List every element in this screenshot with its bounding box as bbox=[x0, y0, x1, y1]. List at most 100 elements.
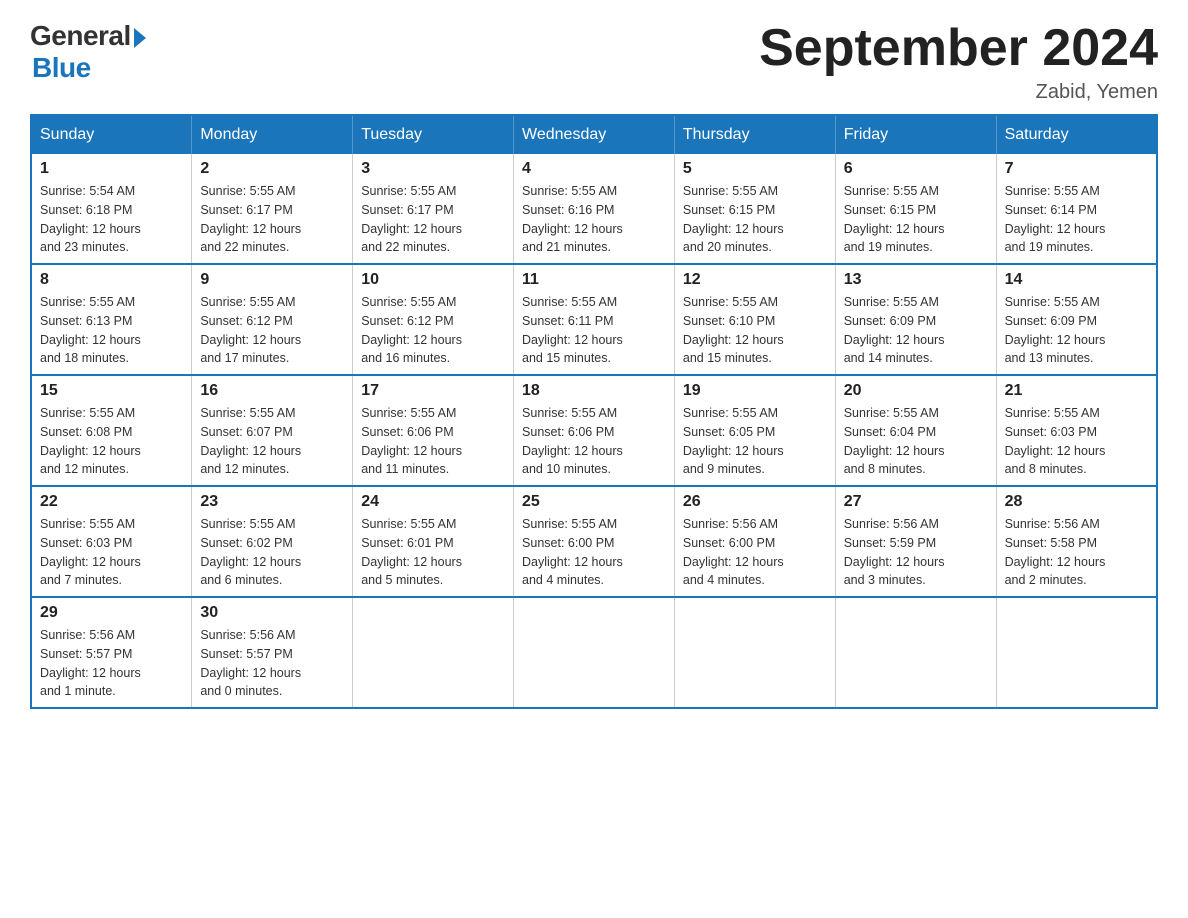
calendar-empty-cell bbox=[835, 597, 996, 708]
daylight-minutes: and 4 minutes. bbox=[683, 573, 765, 587]
calendar-day-cell: 9 Sunrise: 5:55 AM Sunset: 6:12 PM Dayli… bbox=[192, 264, 353, 375]
daylight-minutes: and 19 minutes. bbox=[1005, 240, 1094, 254]
day-info: Sunrise: 5:55 AM Sunset: 6:02 PM Dayligh… bbox=[200, 515, 344, 590]
daylight-label: Daylight: 12 hours bbox=[683, 333, 784, 347]
day-number: 27 bbox=[844, 493, 988, 511]
sunrise-label: Sunrise: 5:55 AM bbox=[200, 406, 295, 420]
calendar-day-cell: 15 Sunrise: 5:55 AM Sunset: 6:08 PM Dayl… bbox=[31, 375, 192, 486]
day-number: 7 bbox=[1005, 160, 1148, 178]
daylight-minutes: and 23 minutes. bbox=[40, 240, 129, 254]
day-info: Sunrise: 5:55 AM Sunset: 6:15 PM Dayligh… bbox=[844, 182, 988, 257]
sunrise-label: Sunrise: 5:56 AM bbox=[40, 628, 135, 642]
day-info: Sunrise: 5:55 AM Sunset: 6:07 PM Dayligh… bbox=[200, 404, 344, 479]
daylight-minutes: and 22 minutes. bbox=[361, 240, 450, 254]
sunrise-label: Sunrise: 5:55 AM bbox=[361, 295, 456, 309]
daylight-label: Daylight: 12 hours bbox=[40, 222, 141, 236]
calendar-day-cell: 26 Sunrise: 5:56 AM Sunset: 6:00 PM Dayl… bbox=[674, 486, 835, 597]
day-info: Sunrise: 5:56 AM Sunset: 6:00 PM Dayligh… bbox=[683, 515, 827, 590]
day-number: 17 bbox=[361, 382, 505, 400]
daylight-minutes: and 16 minutes. bbox=[361, 351, 450, 365]
day-info: Sunrise: 5:56 AM Sunset: 5:59 PM Dayligh… bbox=[844, 515, 988, 590]
day-info: Sunrise: 5:55 AM Sunset: 6:13 PM Dayligh… bbox=[40, 293, 183, 368]
day-number: 21 bbox=[1005, 382, 1148, 400]
day-number: 28 bbox=[1005, 493, 1148, 511]
day-number: 5 bbox=[683, 160, 827, 178]
calendar-week-row: 29 Sunrise: 5:56 AM Sunset: 5:57 PM Dayl… bbox=[31, 597, 1157, 708]
daylight-label: Daylight: 12 hours bbox=[361, 555, 462, 569]
day-number: 18 bbox=[522, 382, 666, 400]
sunset-label: Sunset: 6:00 PM bbox=[683, 536, 775, 550]
day-info: Sunrise: 5:55 AM Sunset: 6:01 PM Dayligh… bbox=[361, 515, 505, 590]
sunset-label: Sunset: 6:08 PM bbox=[40, 425, 132, 439]
daylight-minutes: and 17 minutes. bbox=[200, 351, 289, 365]
calendar-day-cell: 20 Sunrise: 5:55 AM Sunset: 6:04 PM Dayl… bbox=[835, 375, 996, 486]
sunset-label: Sunset: 6:03 PM bbox=[1005, 425, 1097, 439]
page-header: General Blue September 2024 Zabid, Yemen bbox=[30, 20, 1158, 104]
sunrise-label: Sunrise: 5:56 AM bbox=[1005, 517, 1100, 531]
daylight-minutes: and 6 minutes. bbox=[200, 573, 282, 587]
daylight-minutes: and 21 minutes. bbox=[522, 240, 611, 254]
daylight-minutes: and 22 minutes. bbox=[200, 240, 289, 254]
daylight-label: Daylight: 12 hours bbox=[1005, 444, 1106, 458]
day-info: Sunrise: 5:55 AM Sunset: 6:08 PM Dayligh… bbox=[40, 404, 183, 479]
day-info: Sunrise: 5:55 AM Sunset: 6:06 PM Dayligh… bbox=[522, 404, 666, 479]
day-number: 30 bbox=[200, 604, 344, 622]
daylight-label: Daylight: 12 hours bbox=[200, 555, 301, 569]
daylight-label: Daylight: 12 hours bbox=[361, 444, 462, 458]
sunset-label: Sunset: 6:16 PM bbox=[522, 203, 614, 217]
calendar-week-row: 15 Sunrise: 5:55 AM Sunset: 6:08 PM Dayl… bbox=[31, 375, 1157, 486]
sunset-label: Sunset: 6:15 PM bbox=[844, 203, 936, 217]
day-number: 11 bbox=[522, 271, 666, 289]
sunrise-label: Sunrise: 5:55 AM bbox=[1005, 295, 1100, 309]
sunset-label: Sunset: 6:10 PM bbox=[683, 314, 775, 328]
calendar-day-cell: 29 Sunrise: 5:56 AM Sunset: 5:57 PM Dayl… bbox=[31, 597, 192, 708]
day-number: 10 bbox=[361, 271, 505, 289]
daylight-minutes: and 3 minutes. bbox=[844, 573, 926, 587]
weekday-header-row: SundayMondayTuesdayWednesdayThursdayFrid… bbox=[31, 115, 1157, 154]
daylight-minutes: and 5 minutes. bbox=[361, 573, 443, 587]
sunrise-label: Sunrise: 5:55 AM bbox=[522, 406, 617, 420]
sunrise-label: Sunrise: 5:55 AM bbox=[200, 517, 295, 531]
day-info: Sunrise: 5:55 AM Sunset: 6:12 PM Dayligh… bbox=[200, 293, 344, 368]
daylight-label: Daylight: 12 hours bbox=[844, 444, 945, 458]
calendar-empty-cell bbox=[353, 597, 514, 708]
daylight-label: Daylight: 12 hours bbox=[1005, 222, 1106, 236]
day-info: Sunrise: 5:54 AM Sunset: 6:18 PM Dayligh… bbox=[40, 182, 183, 257]
daylight-minutes: and 8 minutes. bbox=[1005, 462, 1087, 476]
calendar-day-cell: 11 Sunrise: 5:55 AM Sunset: 6:11 PM Dayl… bbox=[514, 264, 675, 375]
calendar-day-cell: 27 Sunrise: 5:56 AM Sunset: 5:59 PM Dayl… bbox=[835, 486, 996, 597]
daylight-label: Daylight: 12 hours bbox=[683, 444, 784, 458]
sunset-label: Sunset: 6:12 PM bbox=[361, 314, 453, 328]
daylight-minutes: and 18 minutes. bbox=[40, 351, 129, 365]
sunrise-label: Sunrise: 5:55 AM bbox=[200, 184, 295, 198]
calendar-week-row: 8 Sunrise: 5:55 AM Sunset: 6:13 PM Dayli… bbox=[31, 264, 1157, 375]
sunset-label: Sunset: 6:14 PM bbox=[1005, 203, 1097, 217]
sunrise-label: Sunrise: 5:56 AM bbox=[844, 517, 939, 531]
calendar-day-cell: 22 Sunrise: 5:55 AM Sunset: 6:03 PM Dayl… bbox=[31, 486, 192, 597]
daylight-minutes: and 13 minutes. bbox=[1005, 351, 1094, 365]
day-number: 19 bbox=[683, 382, 827, 400]
sunset-label: Sunset: 6:15 PM bbox=[683, 203, 775, 217]
daylight-label: Daylight: 12 hours bbox=[844, 222, 945, 236]
day-info: Sunrise: 5:55 AM Sunset: 6:12 PM Dayligh… bbox=[361, 293, 505, 368]
day-info: Sunrise: 5:56 AM Sunset: 5:58 PM Dayligh… bbox=[1005, 515, 1148, 590]
day-number: 15 bbox=[40, 382, 183, 400]
sunset-label: Sunset: 6:12 PM bbox=[200, 314, 292, 328]
calendar-day-cell: 30 Sunrise: 5:56 AM Sunset: 5:57 PM Dayl… bbox=[192, 597, 353, 708]
sunset-label: Sunset: 6:13 PM bbox=[40, 314, 132, 328]
sunrise-label: Sunrise: 5:56 AM bbox=[683, 517, 778, 531]
daylight-label: Daylight: 12 hours bbox=[683, 222, 784, 236]
calendar-empty-cell bbox=[674, 597, 835, 708]
sunrise-label: Sunrise: 5:55 AM bbox=[844, 406, 939, 420]
daylight-minutes: and 15 minutes. bbox=[522, 351, 611, 365]
day-info: Sunrise: 5:55 AM Sunset: 6:09 PM Dayligh… bbox=[844, 293, 988, 368]
day-info: Sunrise: 5:55 AM Sunset: 6:09 PM Dayligh… bbox=[1005, 293, 1148, 368]
daylight-minutes: and 7 minutes. bbox=[40, 573, 122, 587]
day-number: 23 bbox=[200, 493, 344, 511]
sunset-label: Sunset: 6:03 PM bbox=[40, 536, 132, 550]
sunrise-label: Sunrise: 5:55 AM bbox=[40, 406, 135, 420]
day-number: 25 bbox=[522, 493, 666, 511]
day-number: 20 bbox=[844, 382, 988, 400]
day-number: 26 bbox=[683, 493, 827, 511]
daylight-minutes: and 8 minutes. bbox=[844, 462, 926, 476]
